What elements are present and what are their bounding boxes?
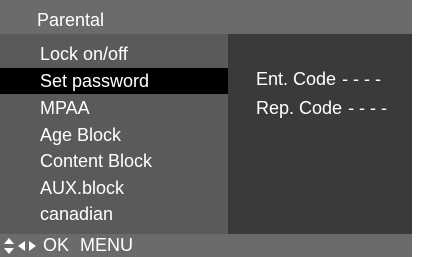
ent-code-value: - - - -	[342, 69, 382, 89]
menu-list: Lock on/off Set password MPAA Age Block …	[0, 34, 228, 234]
rep-code-field[interactable]: Rep. Code - - - -	[256, 97, 387, 119]
menu-item-lock-on-off[interactable]: Lock on/off	[0, 41, 228, 67]
ent-code-label: Ent. Code	[256, 69, 337, 89]
nav-hint-icons	[4, 234, 36, 257]
ok-hint: OK	[43, 235, 70, 255]
menu-item-set-password[interactable]: Set password	[0, 68, 228, 94]
hint-bar: OK MENU	[0, 234, 412, 257]
menu-item-age-block[interactable]: Age Block	[0, 122, 228, 148]
menu-item-label: Content Block	[40, 151, 153, 171]
menu-item-content-block[interactable]: Content Block	[0, 148, 228, 174]
menu-item-label: Lock on/off	[40, 44, 128, 64]
rep-code-label: Rep. Code	[256, 98, 343, 118]
menu-hint: MENU	[80, 235, 133, 255]
menu-item-canadian[interactable]: canadian	[0, 201, 228, 227]
ent-code-field[interactable]: Ent. Code - - - -	[256, 68, 381, 90]
menu-item-label: Set password	[40, 71, 150, 91]
password-detail-panel: Ent. Code - - - - Rep. Code - - - -	[228, 34, 412, 234]
menu-item-aux-block[interactable]: AUX.block	[0, 175, 228, 201]
left-right-arrow-icon	[18, 240, 36, 251]
page-title: Parental	[37, 10, 105, 30]
menu-item-mpaa[interactable]: MPAA	[0, 95, 228, 121]
parental-menu-screen: Parental Lock on/off Set password MPAA A…	[0, 0, 412, 257]
menu-item-label: MPAA	[40, 98, 90, 118]
title-bar: Parental	[0, 0, 412, 34]
menu-item-label: canadian	[40, 204, 114, 224]
up-down-arrow-icon	[4, 237, 14, 254]
rep-code-value: - - - -	[348, 98, 388, 118]
menu-item-label: Age Block	[40, 125, 122, 145]
menu-item-label: AUX.block	[40, 178, 125, 198]
